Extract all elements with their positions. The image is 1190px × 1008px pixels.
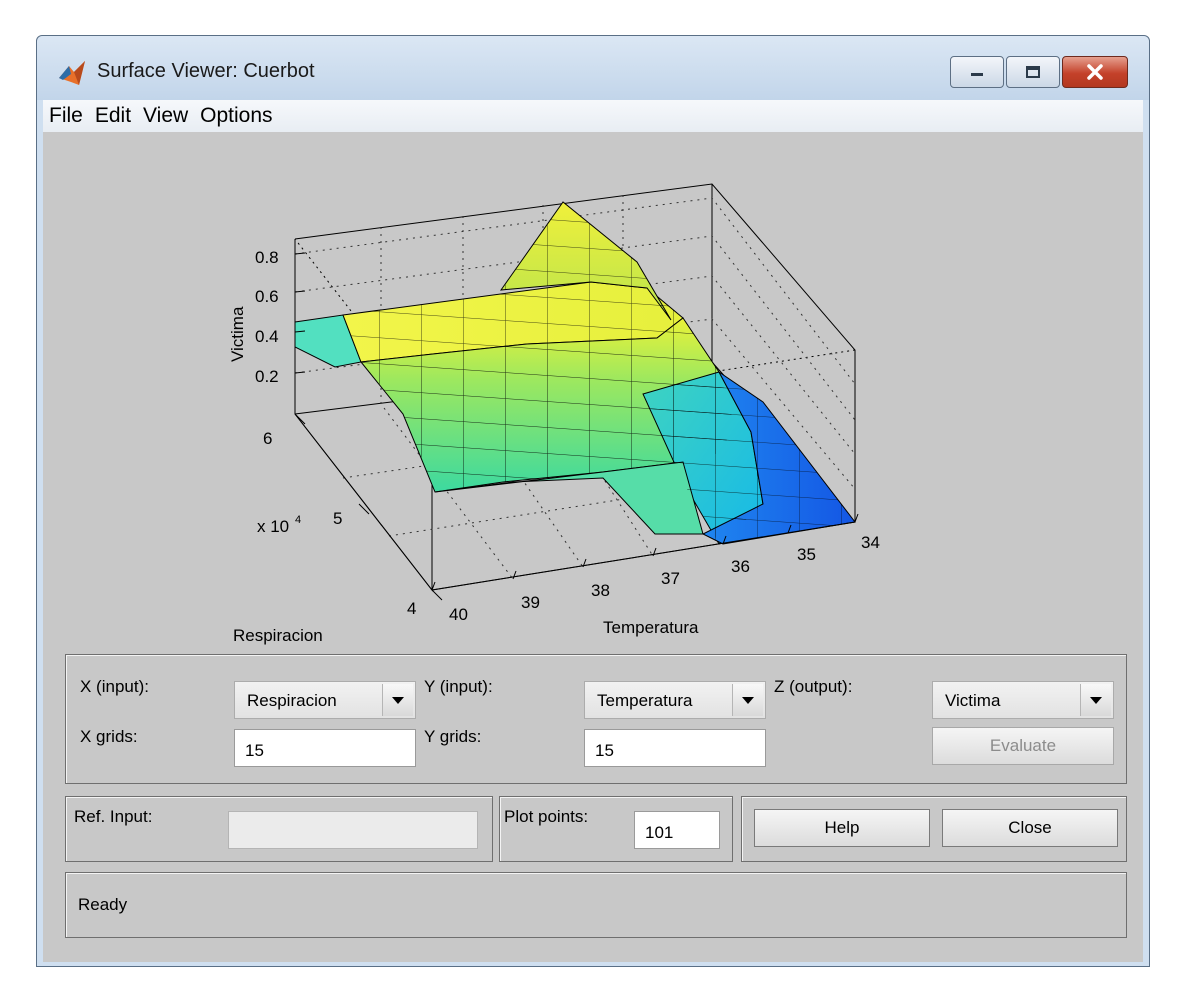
menu-file[interactable]: File — [43, 104, 89, 128]
minimize-button[interactable] — [950, 56, 1004, 88]
z-tick-label: 0.2 — [255, 367, 279, 386]
menu-options[interactable]: Options — [194, 104, 278, 128]
io-selection-panel: X (input): Respiracion Y (input): Temper… — [65, 654, 1127, 784]
ref-input-field[interactable] — [228, 811, 478, 849]
dropdown-arrow-icon — [732, 684, 763, 716]
y-grids-input[interactable] — [585, 730, 765, 766]
close-window-button[interactable] — [1062, 56, 1128, 88]
window-title: Surface Viewer: Cuerbot — [97, 60, 315, 82]
client-area: 0.8 0.6 0.4 0.2 6 5 4 40 39 38 37 36 35 … — [43, 132, 1143, 962]
x-grids-field[interactable] — [234, 729, 416, 767]
plot-points-input[interactable] — [635, 812, 719, 848]
x-input-label: X (input): — [80, 677, 149, 696]
x-input-select[interactable]: Respiracion — [234, 681, 416, 719]
y-input-value: Temperatura — [597, 691, 693, 710]
temp-tick-label: 38 — [591, 581, 610, 600]
minimize-icon — [971, 73, 983, 76]
surface — [294, 201, 856, 545]
x-grids-label: X grids: — [80, 727, 138, 746]
z-output-label: Z (output): — [774, 677, 853, 696]
y-input-select[interactable]: Temperatura — [584, 681, 766, 719]
matlab-logo-icon — [59, 61, 85, 85]
ref-input-panel: Ref. Input: — [65, 796, 493, 862]
dropdown-arrow-icon — [382, 684, 413, 716]
z-output-value: Victima — [945, 691, 1001, 710]
x-input-value: Respiracion — [247, 691, 337, 710]
z-tick-label: 0.4 — [255, 327, 279, 346]
surface-viewer-window: Surface Viewer: Cuerbot File Edit View O… — [36, 35, 1150, 967]
close-icon — [1087, 64, 1103, 80]
temp-tick-label: 40 — [449, 605, 468, 624]
help-button[interactable]: Help — [754, 809, 930, 847]
ref-input-label: Ref. Input: — [74, 807, 153, 826]
status-text: Ready — [78, 895, 128, 914]
y-input-label: Y (input): — [424, 677, 493, 696]
z-tick-label: 0.8 — [255, 248, 279, 267]
temp-tick-label: 37 — [661, 569, 680, 588]
resp-tick-label: 6 — [263, 429, 272, 448]
victima-axis-label: Victima — [228, 306, 247, 362]
dropdown-arrow-icon — [1080, 684, 1111, 716]
plot-points-panel: Plot points: — [499, 796, 733, 862]
temp-tick-label: 35 — [797, 545, 816, 564]
plot-points-field[interactable] — [634, 811, 720, 849]
exponent-label: x 10 — [257, 517, 289, 536]
maximize-icon — [1026, 66, 1040, 78]
temp-tick-label: 39 — [521, 593, 540, 612]
z-output-select[interactable]: Victima — [932, 681, 1114, 719]
ref-input-input[interactable] — [229, 812, 477, 848]
z-tick-label: 0.6 — [255, 287, 279, 306]
resp-tick-label: 4 — [407, 599, 416, 618]
temperatura-axis-label: Temperatura — [603, 618, 699, 637]
surface-plot[interactable]: 0.8 0.6 0.4 0.2 6 5 4 40 39 38 37 36 35 … — [43, 132, 1143, 652]
evaluate-button[interactable]: Evaluate — [932, 727, 1114, 765]
menu-edit[interactable]: Edit — [89, 104, 137, 128]
y-grids-field[interactable] — [584, 729, 766, 767]
status-panel: Ready — [65, 872, 1127, 938]
action-buttons-panel: Help Close — [741, 796, 1127, 862]
maximize-button[interactable] — [1006, 56, 1060, 88]
x-grids-input[interactable] — [235, 730, 415, 766]
menu-view[interactable]: View — [137, 104, 194, 128]
title-bar[interactable]: Surface Viewer: Cuerbot — [37, 36, 1149, 100]
plot-points-label: Plot points: — [504, 807, 589, 826]
resp-tick-label: 5 — [333, 509, 342, 528]
y-grids-label: Y grids: — [424, 727, 482, 746]
temp-tick-label: 34 — [861, 533, 880, 552]
respiracion-axis-label: Respiracion — [233, 626, 323, 645]
exponent-power: 4 — [295, 514, 301, 526]
menu-bar: File Edit View Options — [43, 100, 1143, 132]
temp-tick-label: 36 — [731, 557, 750, 576]
close-button[interactable]: Close — [942, 809, 1118, 847]
